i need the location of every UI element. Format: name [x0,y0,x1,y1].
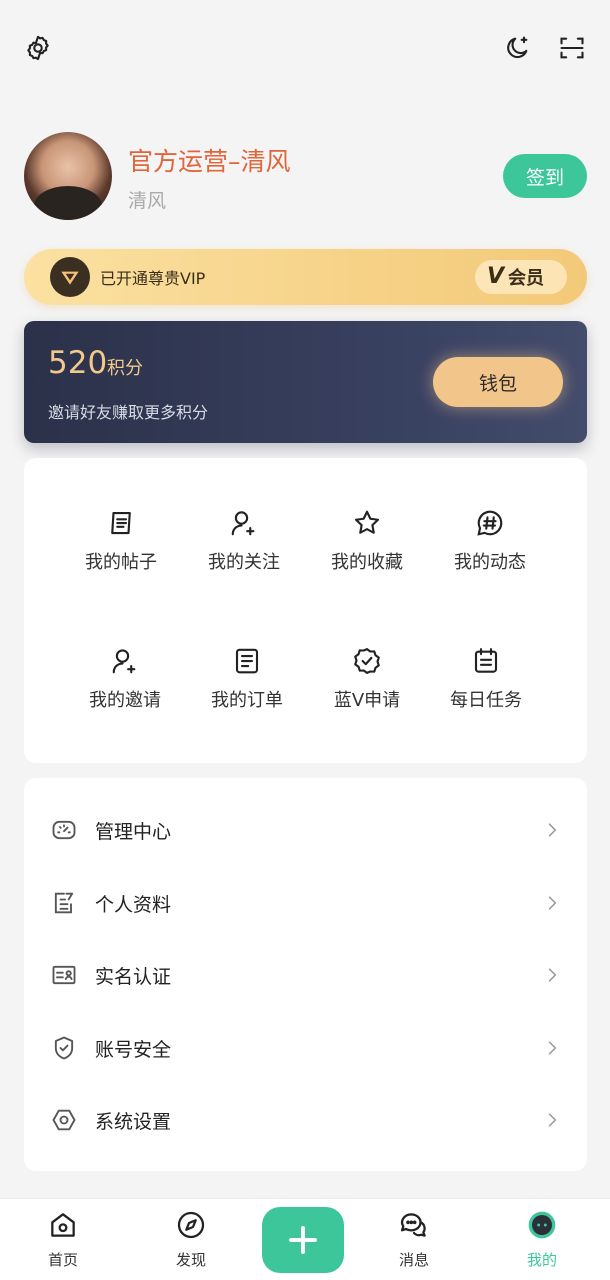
plus-icon [289,1226,317,1254]
grid-item-daily-tasks[interactable]: 每日任务 [426,646,546,746]
menu-item-profile[interactable]: 个人资料 [24,867,587,939]
bottom-nav: 首页 发现 消息 我的 [0,1198,610,1280]
wallet-button[interactable]: 钱包 [433,357,563,407]
menu-label: 实名认证 [95,966,172,988]
grid-item-my-follows[interactable]: 我的关注 [184,508,304,608]
user-follow-icon [231,511,255,536]
moon-icon [507,36,528,59]
avatar[interactable] [24,132,112,220]
menu-label: 个人资料 [95,894,172,916]
menu-item-account-security[interactable]: 账号安全 [24,1012,587,1084]
vip-badge-label: 会员 [508,268,545,289]
shortcut-grid: 我的帖子 我的关注 我的收藏 我的动态 我的邀请 我的订单 蓝V申请 每日任务 [24,458,587,763]
create-post-button[interactable] [262,1207,344,1273]
grid-label: 我的订单 [211,690,283,711]
chevron-right-icon [548,896,557,910]
menu-label: 管理中心 [95,821,172,843]
grid-item-my-orders[interactable]: 我的订单 [187,646,307,746]
edit-profile-icon [54,892,74,914]
nav-home-label: 首页 [47,1251,78,1269]
menu-item-system-settings[interactable]: 系统设置 [24,1084,587,1156]
vip-v-letter: V [487,264,505,289]
gear-icon [27,35,49,61]
nav-discover-label: 发现 [175,1251,206,1269]
chevron-right-icon [548,1113,557,1127]
checkin-button[interactable]: 签到 [503,154,587,198]
settings-hex-icon [52,1109,76,1131]
nav-mine[interactable]: 我的 [502,1209,582,1270]
chevron-right-icon [548,1041,557,1055]
grid-item-my-posts[interactable]: 我的帖子 [61,508,181,608]
grid-label: 蓝V申请 [333,690,401,711]
nav-messages[interactable]: 消息 [374,1209,454,1270]
points-unit: 积分 [107,358,143,379]
scan-button[interactable] [552,28,592,68]
points-card: 520 积分 邀请好友赚取更多积分 钱包 [24,321,587,443]
menu-item-real-name-verify[interactable]: 实名认证 [24,939,587,1011]
nav-mine-label: 我的 [526,1251,557,1269]
verified-badge-icon [354,648,380,674]
profile-name: 官方运营–清风 [128,147,291,176]
chat-icon [400,1213,426,1237]
grid-label: 我的关注 [208,552,280,573]
shield-icon [54,1036,74,1060]
compass-icon [177,1211,205,1239]
settings-list: 管理中心 个人资料 实名认证 账号安全 系统设置 [24,778,587,1171]
user-invite-icon [112,649,136,674]
home-icon [51,1213,75,1237]
hashtag-icon [477,510,503,536]
star-icon [354,510,380,534]
grid-label: 我的动态 [454,552,526,573]
grid-label: 我的帖子 [85,552,157,573]
points-tip: 邀请好友赚取更多积分 [48,403,209,422]
dashboard-icon [52,820,76,840]
menu-item-admin-center[interactable]: 管理中心 [24,794,587,866]
dark-mode-button[interactable] [497,28,537,68]
settings-button[interactable] [18,28,58,68]
smile-face-icon [528,1211,556,1239]
id-card-icon [52,965,76,985]
nav-messages-label: 消息 [398,1251,429,1269]
grid-item-bluev-apply[interactable]: 蓝V申请 [307,646,427,746]
vip-member-badge: V 会员 [475,260,567,294]
post-icon [111,511,131,535]
grid-item-my-activity[interactable]: 我的动态 [430,508,550,608]
vip-banner[interactable]: 已开通尊贵VIP V 会员 [24,249,587,305]
vip-status-text: 已开通尊贵VIP [100,269,206,288]
grid-label: 我的邀请 [89,690,161,711]
points-value: 520 [48,345,108,381]
menu-label: 系统设置 [95,1111,172,1133]
scan-icon [560,37,584,59]
profile-subname: 清风 [128,190,167,212]
grid-label: 我的收藏 [331,552,403,573]
grid-item-my-favorites[interactable]: 我的收藏 [307,508,427,608]
nav-discover[interactable]: 发现 [151,1209,231,1270]
chevron-right-icon [548,968,557,982]
menu-label: 账号安全 [95,1039,172,1061]
grid-item-my-invites[interactable]: 我的邀请 [65,646,185,746]
grid-label: 每日任务 [450,690,522,711]
calendar-task-icon [474,648,498,673]
chevron-right-icon [548,823,557,837]
vip-crown-icon [50,257,90,297]
order-icon [235,648,259,674]
nav-home[interactable]: 首页 [23,1209,103,1270]
